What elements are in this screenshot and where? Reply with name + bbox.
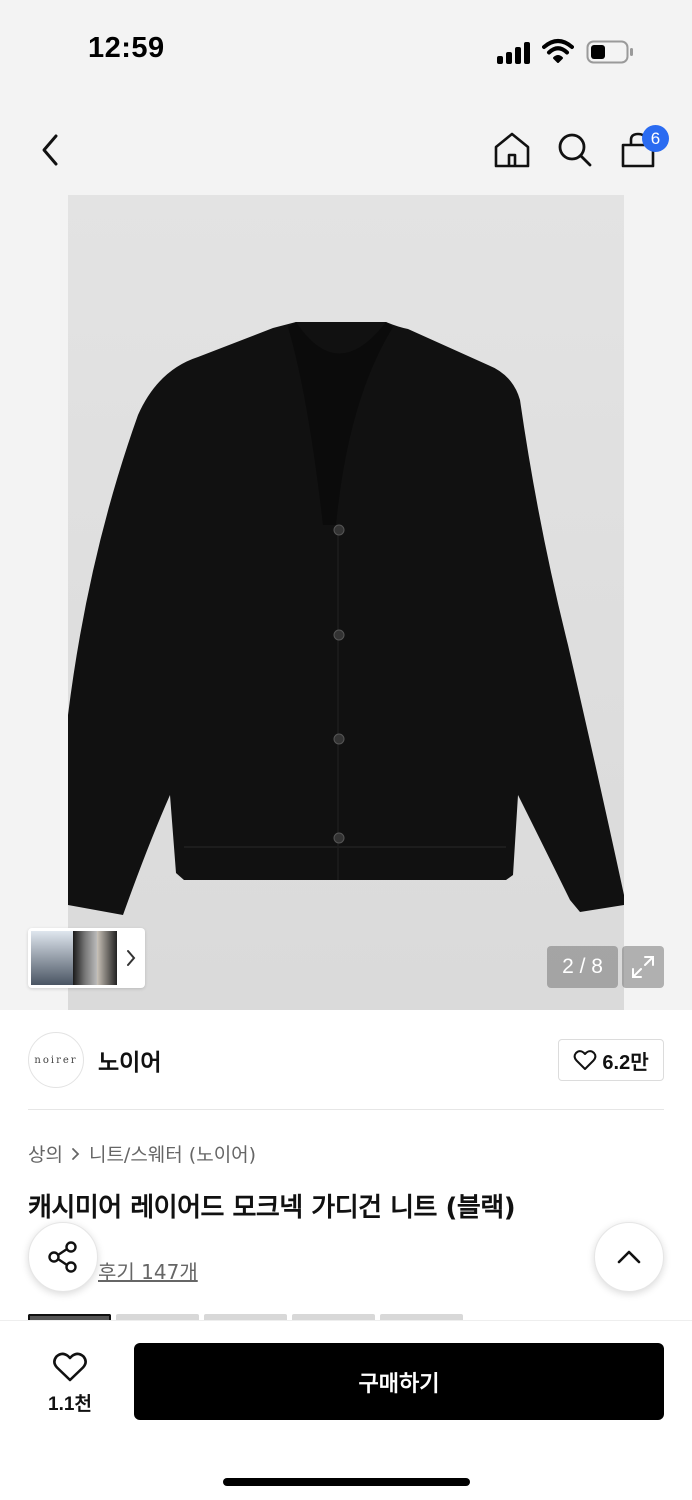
thumbnail-3 [97,931,117,985]
home-icon [494,132,530,168]
heart-icon [53,1352,87,1381]
brand-like-count: 6.2만 [602,1051,649,1074]
breadcrumb-subcategory[interactable]: 니트/스웨터 (노이어) [89,1140,256,1167]
brand-name[interactable]: 노이어 [98,1043,161,1077]
image-page-counter: 2 / 8 [547,946,618,988]
battery-icon [586,40,633,64]
breadcrumb-category[interactable]: 상의 [28,1140,63,1167]
thumbnail-images [31,931,117,985]
chevron-right-icon [72,1147,80,1160]
search-icon [558,133,592,167]
brand-logo[interactable]: noirer [28,1032,84,1088]
status-time: 12:59 [88,32,165,64]
chevron-right-icon [120,943,142,973]
thumbnail-1 [31,931,73,985]
share-button[interactable] [28,1222,98,1292]
breadcrumb: 상의 니트/스웨터 (노이어) [28,1140,256,1167]
chevron-up-icon [617,1250,641,1264]
divider [28,1109,664,1110]
product-image[interactable] [68,195,624,1010]
review-link[interactable]: 후기 147개 [98,1256,198,1285]
brand-logo-text: noirer [34,1054,78,1066]
search-button[interactable] [545,115,605,185]
status-bar: 12:59 [0,0,692,100]
expand-image-button[interactable] [622,946,664,988]
cardigan-illustration [68,322,624,915]
top-navigation: 6 [0,115,692,185]
home-button[interactable] [482,115,542,185]
back-button[interactable] [20,115,80,185]
cart-count-badge: 6 [642,125,669,152]
product-title: 캐시미어 레이어드 모크넥 가디건 니트 (블랙) [28,1193,516,1223]
share-icon [48,1241,77,1273]
thumbnail-2 [73,931,97,985]
brand-like-button[interactable]: 6.2만 [558,1039,664,1081]
home-indicator [223,1478,470,1486]
thumbnail-strip[interactable] [28,928,145,988]
wishlist-button[interactable]: 1.1천 [30,1343,110,1423]
cellular-signal-icon [497,42,531,64]
wifi-icon [542,39,574,63]
back-arrow-icon [42,134,58,166]
expand-icon [632,956,654,978]
buy-button[interactable]: 구매하기 [134,1343,664,1420]
wishlist-count: 1.1천 [48,1393,92,1415]
scroll-top-button[interactable] [594,1222,664,1292]
bottom-action-bar: 1.1천 구매하기 [0,1320,692,1500]
cart-button[interactable]: 6 [608,115,669,185]
heart-icon [574,1050,597,1070]
